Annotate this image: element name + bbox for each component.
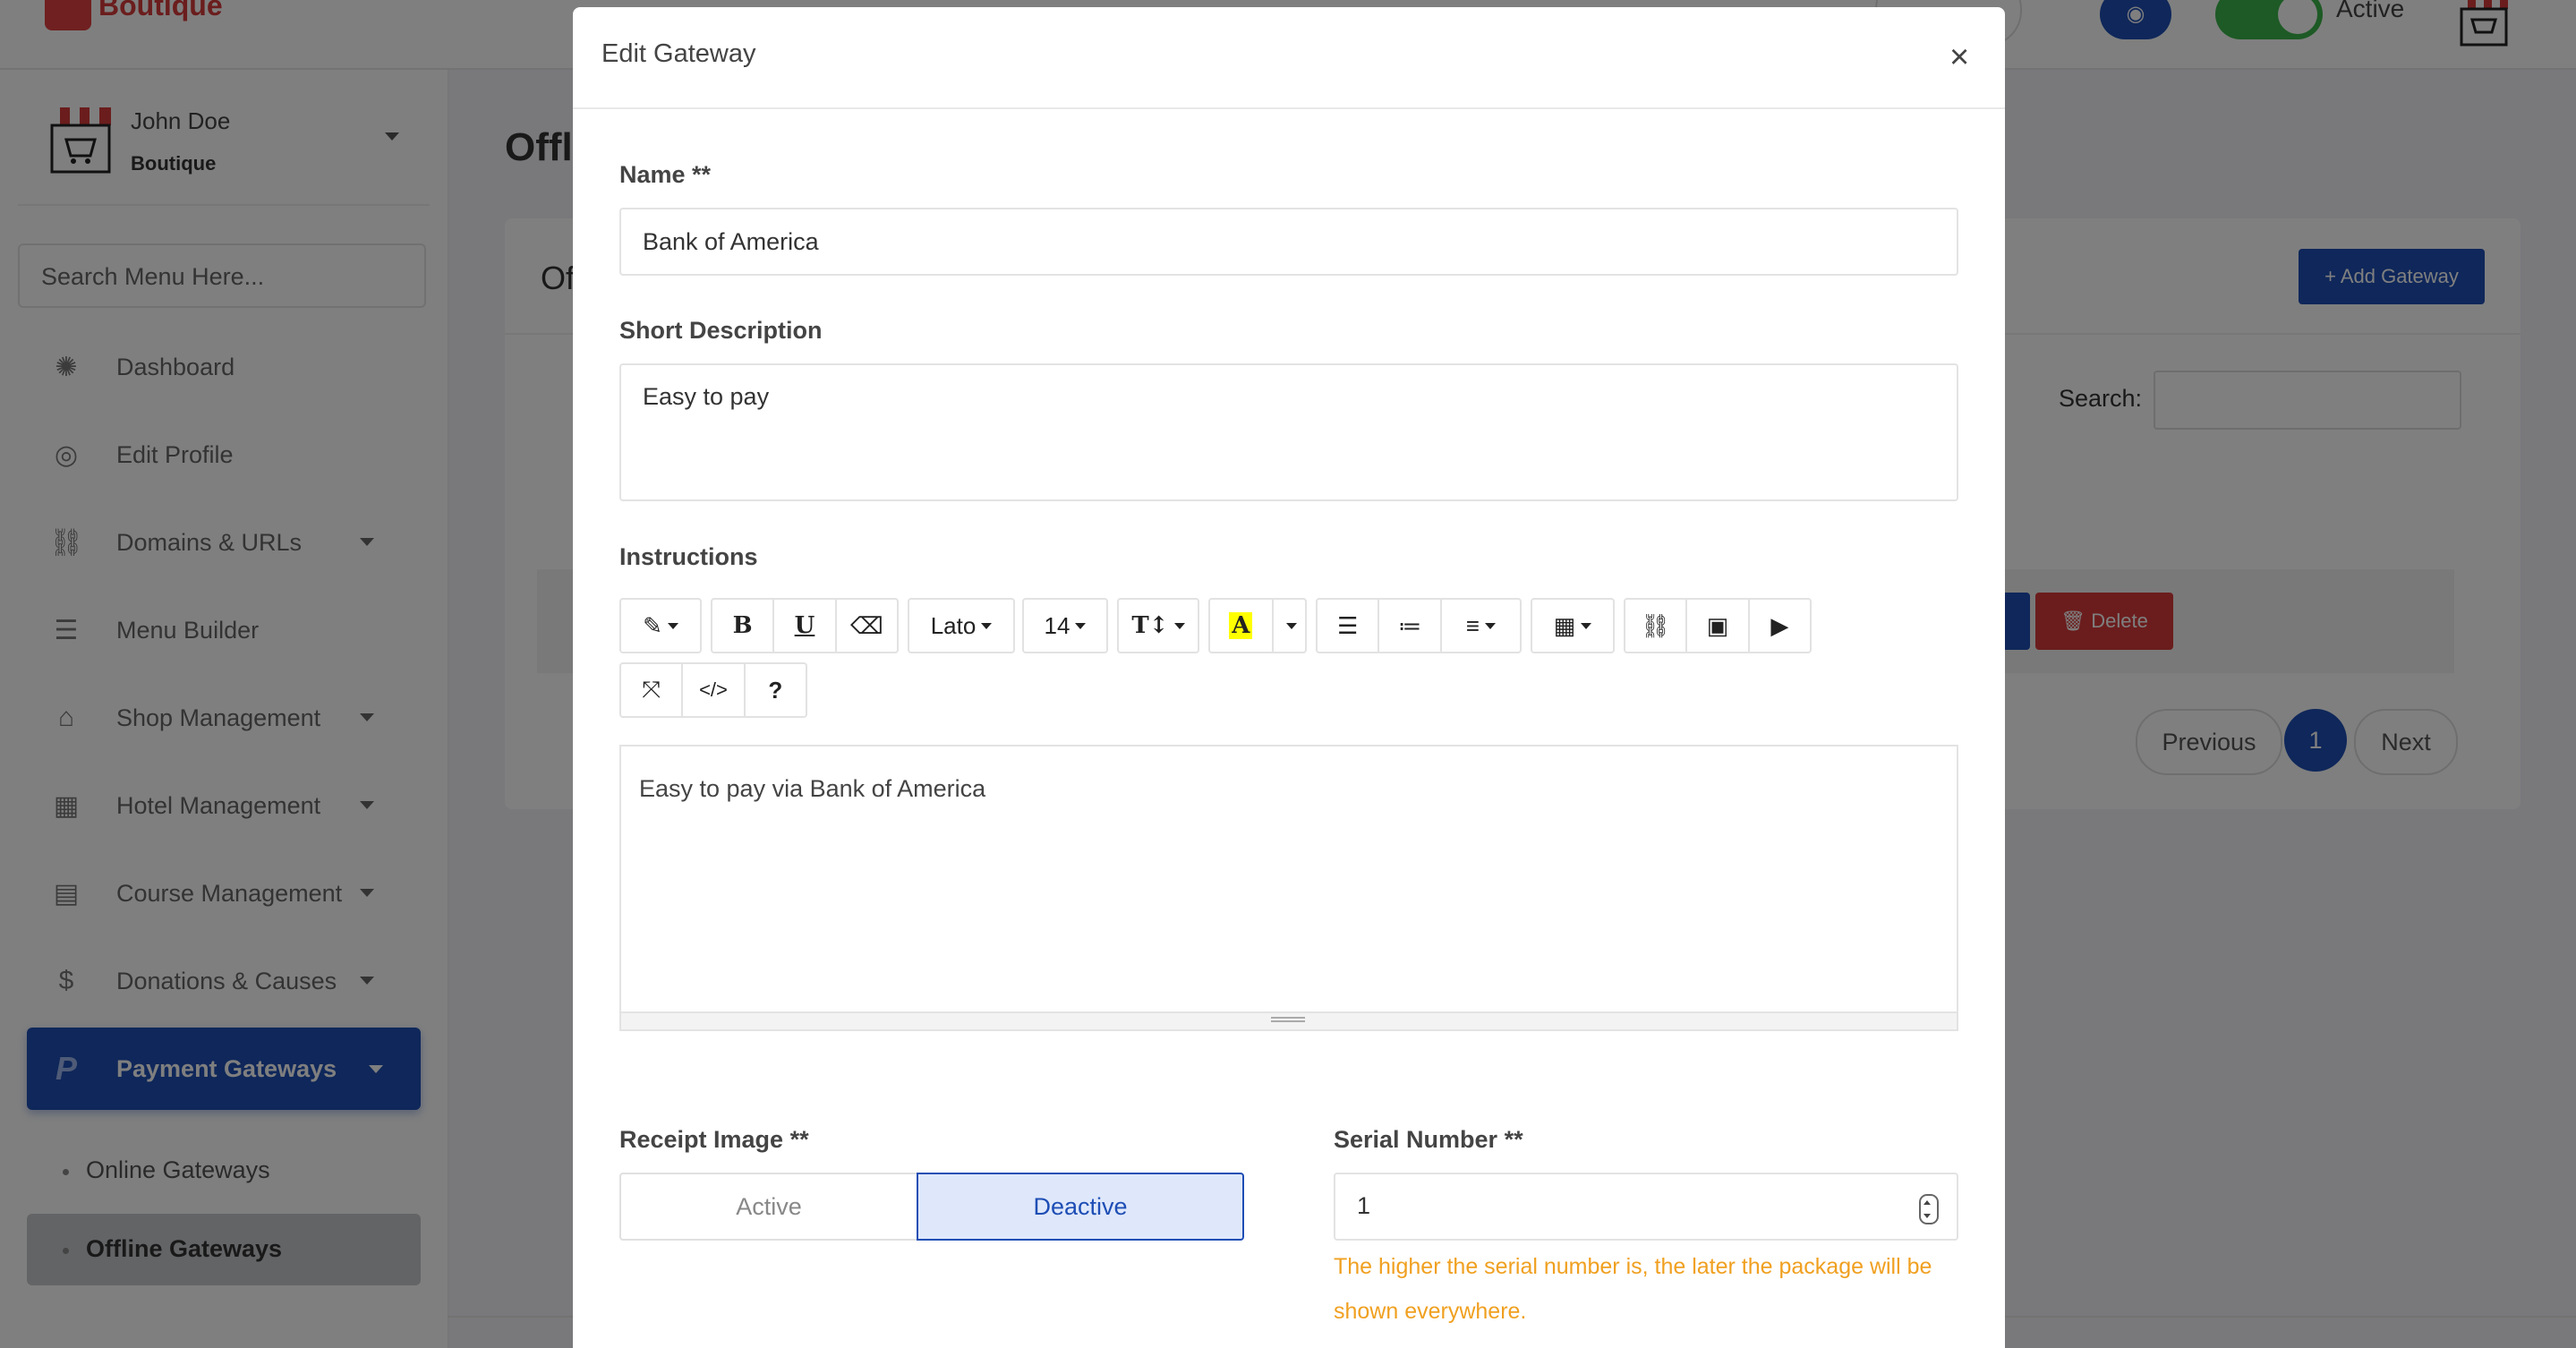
instructions-label: Instructions xyxy=(619,543,758,570)
text-height-icon: T↕ xyxy=(1119,600,1198,652)
font-size-dropdown[interactable]: 14 xyxy=(1022,598,1108,653)
fullscreen-icon[interactable]: ⤧ xyxy=(621,664,684,716)
code-view-icon[interactable]: </> xyxy=(683,664,746,716)
underline-icon[interactable]: U xyxy=(774,600,837,652)
short-description-textarea[interactable]: Easy to pay xyxy=(619,363,1958,501)
serial-number-label: Serial Number ** xyxy=(1334,1126,1523,1153)
color-dropdown-icon[interactable] xyxy=(1274,600,1305,652)
video-icon[interactable]: ▶ xyxy=(1750,600,1810,652)
bold-icon[interactable]: B xyxy=(712,600,775,652)
toolbar-format-group: B U ⌫ xyxy=(711,598,899,653)
toolbar-style-group: ✎ xyxy=(619,598,702,653)
magic-wand-icon[interactable]: ✎ xyxy=(621,600,700,652)
image-icon[interactable]: ▣ xyxy=(1687,600,1750,652)
receipt-active-option[interactable]: Active xyxy=(619,1173,918,1241)
font-family-dropdown[interactable]: Lato xyxy=(908,598,1015,653)
serial-number-value: 1 xyxy=(1357,1192,1371,1219)
highlight-color-icon[interactable]: A xyxy=(1210,600,1274,652)
number-spinner-icon[interactable] xyxy=(1919,1194,1939,1224)
serial-number-input[interactable]: 1 xyxy=(1334,1173,1958,1241)
align-icon[interactable]: ≡ xyxy=(1442,600,1520,652)
editor-resize-handle[interactable] xyxy=(619,1013,1958,1031)
help-icon[interactable]: ? xyxy=(746,664,806,716)
font-size-value: 14 xyxy=(1044,611,1070,639)
link-icon[interactable]: ⛓ xyxy=(1625,600,1688,652)
receipt-deactive-option[interactable]: Deactive xyxy=(917,1173,1244,1241)
table-icon: ▦ xyxy=(1532,600,1613,652)
instructions-editor[interactable]: Easy to pay via Bank of America xyxy=(619,745,1958,1013)
table-insert-dropdown[interactable]: ▦ xyxy=(1531,598,1615,653)
serial-number-hint: The higher the serial number is, the lat… xyxy=(1334,1254,1932,1324)
receipt-image-label: Receipt Image ** xyxy=(619,1126,809,1153)
name-input[interactable]: Bank of America xyxy=(619,208,1958,276)
short-description-label: Short Description xyxy=(619,317,823,344)
color-picker-group: A xyxy=(1208,598,1307,653)
modal-title: Edit Gateway xyxy=(601,39,756,68)
font-family-value: Lato xyxy=(930,611,977,639)
close-icon[interactable]: × xyxy=(1949,39,1969,75)
ordered-list-icon[interactable]: ≔ xyxy=(1379,600,1442,652)
view-group: ⤧ </> ? xyxy=(619,662,807,718)
eraser-icon[interactable]: ⌫ xyxy=(837,600,897,652)
unordered-list-icon[interactable]: ☰ xyxy=(1318,600,1380,652)
line-height-dropdown[interactable]: T↕ xyxy=(1117,598,1199,653)
modal-header-divider xyxy=(573,107,2005,109)
name-label: Name ** xyxy=(619,161,712,188)
insert-group: ⛓ ▣ ▶ xyxy=(1624,598,1812,653)
paragraph-group: ☰ ≔ ≡ xyxy=(1316,598,1522,653)
